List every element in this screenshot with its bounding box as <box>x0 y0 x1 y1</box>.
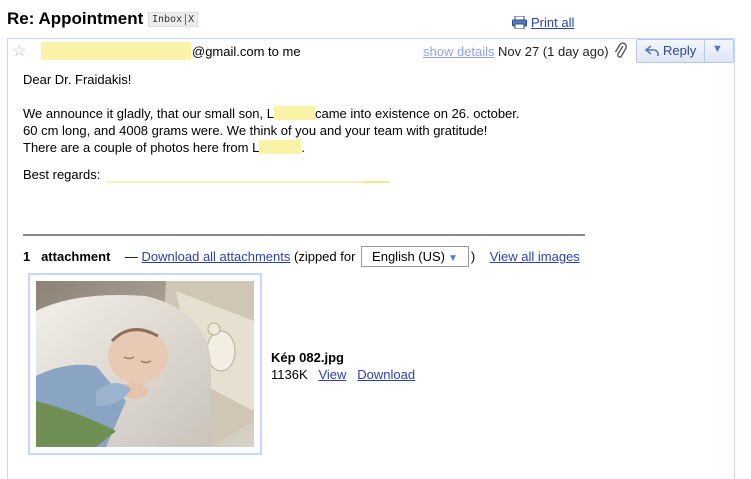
printer-icon <box>512 16 527 29</box>
attachments-divider <box>23 234 585 236</box>
redacted-name <box>274 106 315 120</box>
email-subject: Re: Appointment <box>7 9 144 28</box>
show-details-link[interactable]: show details <box>423 44 495 59</box>
attachment-label: attachment <box>41 249 111 264</box>
paperclip-icon <box>614 42 627 58</box>
reply-label: Reply <box>663 43 697 58</box>
print-all-label: Print all <box>531 15 575 30</box>
language-select[interactable]: English (US) ▼ <box>361 246 469 267</box>
dropdown-icon[interactable]: ▼ <box>712 43 723 55</box>
attachment-filename: Kép 082.jpg <box>271 350 344 365</box>
view-attachment-link[interactable]: View <box>318 367 346 382</box>
chevron-down-icon: ▼ <box>448 253 458 264</box>
message-date: Nov 27 (1 day ago) <box>498 44 609 59</box>
message-header: ☆ @gmail.com to me show details Nov 27 (… <box>8 39 734 63</box>
label-chip-inbox: Inbox X <box>148 12 199 27</box>
redacted-sender <box>41 42 191 60</box>
attachment-size: 1136K <box>271 367 308 382</box>
baby-photo-image <box>36 281 254 447</box>
message-body: Dear Dr. Fraidakis! We announce it gladl… <box>23 72 520 155</box>
message-card: ☆ @gmail.com to me show details Nov 27 (… <box>7 38 735 479</box>
attachments-bar: 1 attachment — Download all attachments … <box>23 246 580 267</box>
redacted-name <box>259 140 302 154</box>
reply-arrow-icon <box>645 45 659 56</box>
attachment-info: Kép 082.jpg 1136K View Download <box>271 349 415 383</box>
view-all-images-link[interactable]: View all images <box>490 249 580 264</box>
sender-recipient: @gmail.com to me <box>192 44 301 59</box>
attachment-count: 1 <box>23 249 31 264</box>
label-name: Inbox <box>152 14 183 25</box>
download-attachment-link[interactable]: Download <box>357 367 415 382</box>
greeting: Dear Dr. Fraidakis! <box>23 72 132 87</box>
star-icon[interactable]: ☆ <box>12 41 26 61</box>
signoff: Best regards: <box>23 167 101 182</box>
reply-button[interactable]: Reply ▼ <box>636 39 734 63</box>
remove-label-button[interactable]: X <box>185 14 195 25</box>
download-all-link[interactable]: Download all attachments <box>142 249 291 264</box>
attachment-thumbnail[interactable] <box>28 273 262 455</box>
print-all-link[interactable]: Print all <box>512 15 574 30</box>
